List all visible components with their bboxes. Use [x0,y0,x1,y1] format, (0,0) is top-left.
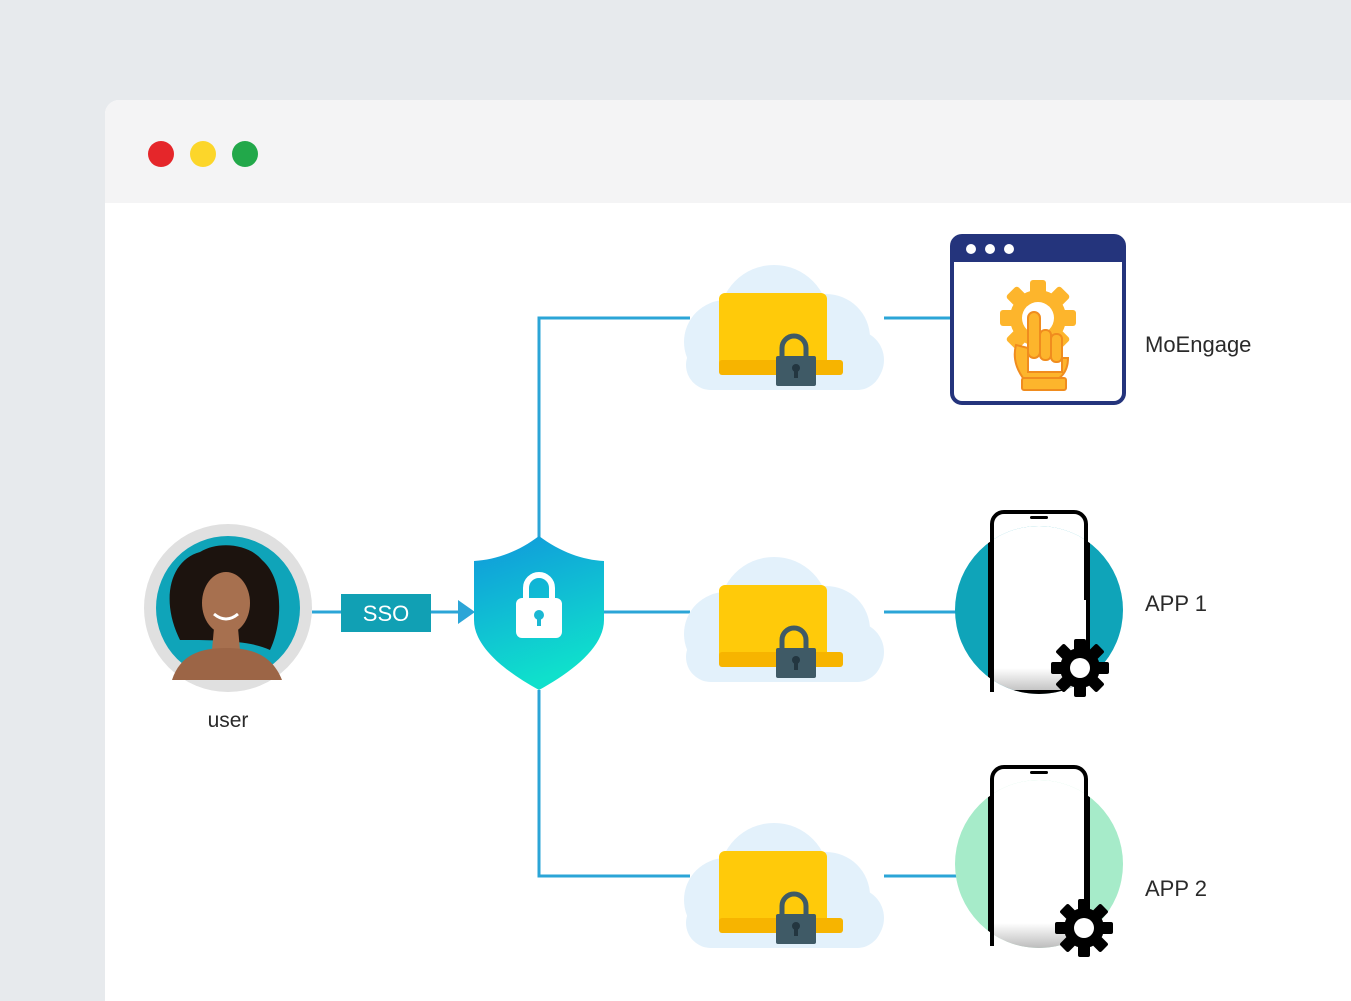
secure-cloud-folder-icon [684,823,884,948]
moengage-label: MoEngage [1145,332,1251,357]
moengage-app-icon[interactable] [950,234,1126,405]
app1-label: APP 1 [1145,591,1207,616]
secure-cloud-folder-icon [684,557,884,682]
user-label: user [208,709,249,732]
gear-icon [1051,639,1109,697]
sso-label: SSO [363,601,409,626]
arrow-head-icon [458,600,475,624]
sso-diagram: user SSO MoEngage APP 1 APP 2 [144,234,1251,967]
security-shield-icon [474,536,604,690]
app1-phone-icon[interactable] [955,510,1123,712]
app2-phone-icon[interactable] [955,765,1123,967]
secure-cloud-folder-icon [684,265,884,390]
app2-label: APP 2 [1145,876,1207,901]
user-avatar[interactable] [144,524,312,692]
gear-icon [1055,899,1113,957]
